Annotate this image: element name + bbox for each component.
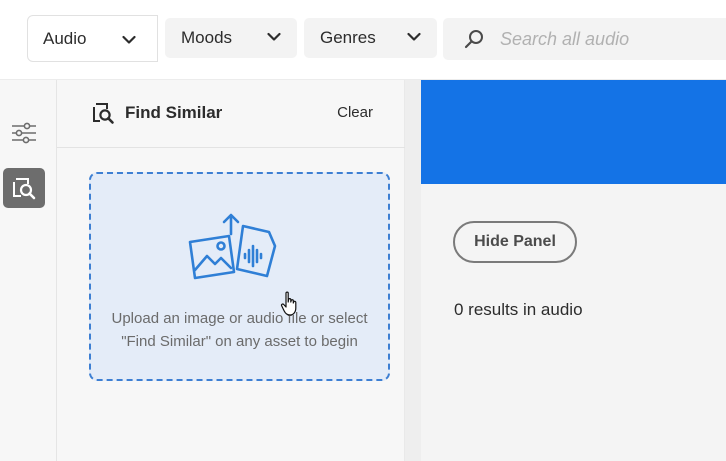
find-similar-panel: Find Similar Clear Upload an image or au… [57, 80, 405, 461]
hand-cursor-icon [280, 291, 297, 316]
panel-header: Find Similar Clear [57, 80, 405, 148]
sliders-icon [12, 122, 36, 144]
panel-title: Find Similar [125, 103, 223, 122]
hide-panel-button[interactable]: Hide Panel [453, 221, 577, 263]
rail-find-similar-button[interactable] [3, 168, 45, 208]
genres-filter-dropdown[interactable]: Genres [304, 18, 437, 58]
dropzone-instructions: Upload an image or audio file or select … [111, 310, 368, 350]
genres-filter-label: Genres [320, 28, 376, 47]
upload-dropzone[interactable]: Upload an image or audio file or select … [89, 172, 390, 381]
chevron-down-icon [122, 35, 136, 44]
hero-banner [421, 80, 726, 184]
search-bar[interactable] [443, 18, 726, 60]
results-count: 0 results in audio [454, 300, 583, 319]
clear-button[interactable]: Clear [337, 104, 373, 121]
search-input[interactable] [500, 28, 700, 50]
panel-divider [405, 80, 421, 461]
moods-filter-dropdown[interactable]: Moods [165, 18, 297, 58]
left-rail [0, 80, 57, 461]
moods-filter-label: Moods [181, 28, 233, 47]
asset-type-select[interactable]: Audio [27, 15, 158, 62]
image-search-icon [13, 178, 36, 200]
upload-media-icon [188, 213, 277, 280]
top-bar: Audio Moods Genres [0, 0, 726, 80]
image-search-icon [93, 103, 114, 124]
rail-filters-button[interactable] [3, 113, 45, 153]
chevron-down-icon [407, 32, 421, 41]
search-icon [464, 30, 483, 49]
asset-type-value: Audio [43, 28, 87, 48]
app-window: Audio Moods Genres Search all audio Find… [0, 0, 726, 461]
chevron-down-icon [267, 32, 281, 41]
